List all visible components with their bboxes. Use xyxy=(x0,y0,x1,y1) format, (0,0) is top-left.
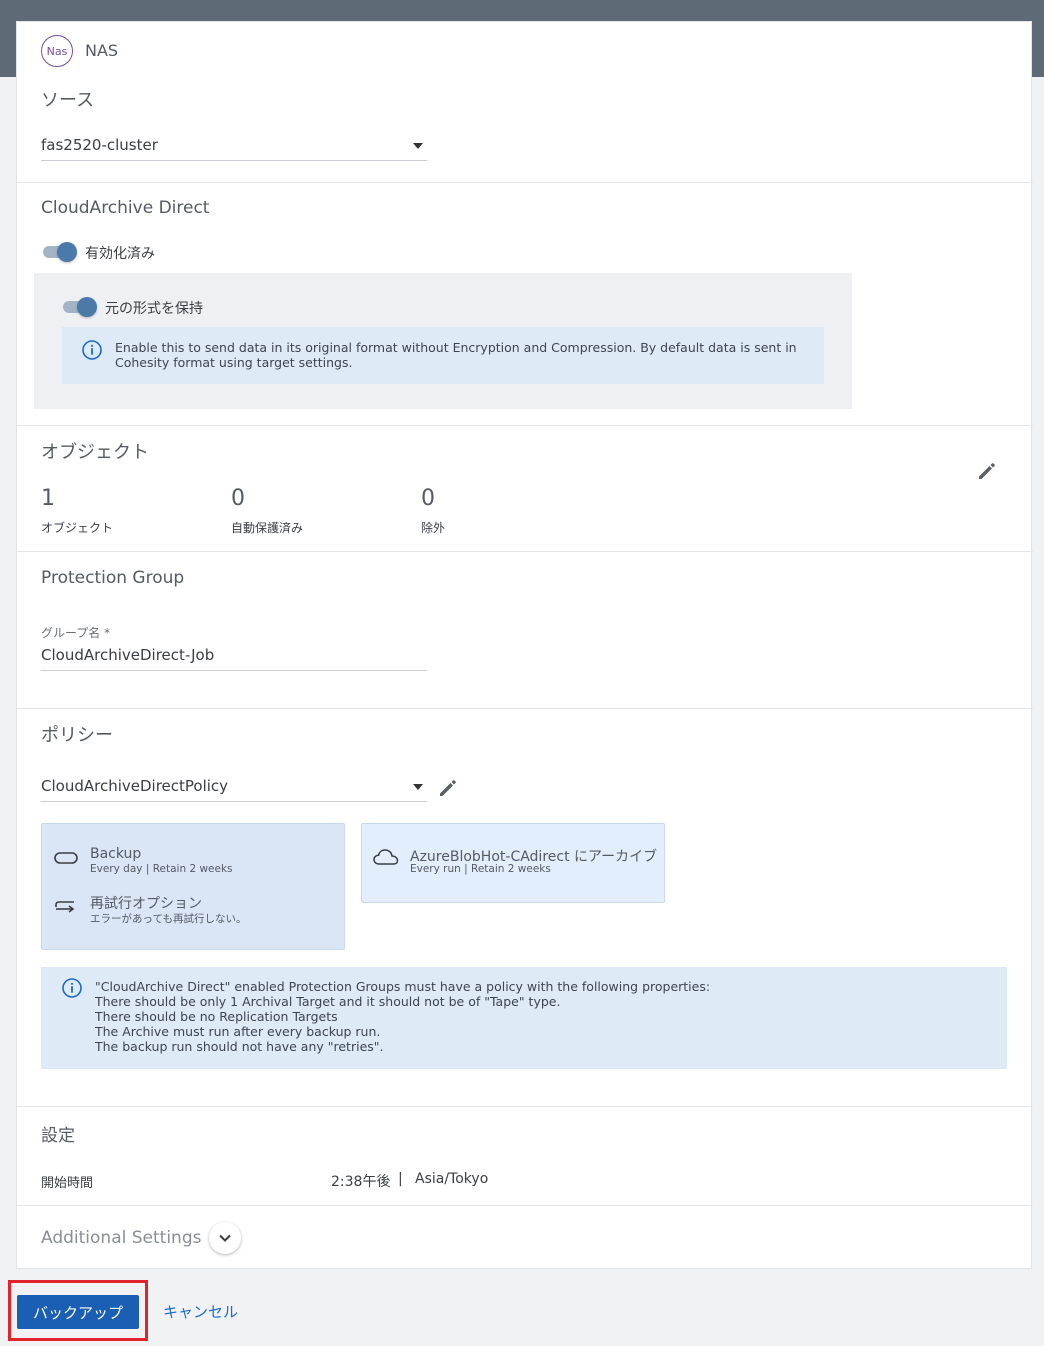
object-count: 1 xyxy=(41,486,55,511)
info-icon xyxy=(62,978,82,998)
group-name-value: CloudArchiveDirect-Job xyxy=(41,646,215,664)
source-type-label: NAS xyxy=(85,41,119,60)
chevron-down-icon xyxy=(219,1234,231,1242)
info-icon xyxy=(82,340,102,360)
policy-info-line: "CloudArchive Direct" enabled Protection… xyxy=(95,979,711,994)
pencil-icon[interactable] xyxy=(437,777,459,799)
policy-info-line: There should be no Replication Targets xyxy=(95,1009,338,1024)
policy-select-value: CloudArchiveDirectPolicy xyxy=(41,777,229,795)
policy-info-line: There should be only 1 Archival Target a… xyxy=(95,994,561,1009)
retry-description: エラーがあっても再試行しない。 xyxy=(90,913,247,925)
group-name-underline xyxy=(41,670,427,671)
keep-format-label: 元の形式を保持 xyxy=(105,301,203,317)
section-divider xyxy=(17,1106,1033,1107)
policy-info-line: The backup run should not have any "retr… xyxy=(95,1039,384,1054)
start-time-separator: | xyxy=(398,1171,403,1187)
section-divider xyxy=(17,425,1033,426)
pencil-icon[interactable] xyxy=(976,460,998,482)
backup-schedule: Every day | Retain 2 weeks xyxy=(90,863,233,875)
source-select-underline xyxy=(41,160,427,161)
section-divider xyxy=(17,182,1033,183)
objects-section-title: オブジェクト xyxy=(41,442,149,463)
archive-schedule: Every run | Retain 2 weeks xyxy=(410,863,551,875)
start-time-label: 開始時間 xyxy=(41,1176,94,1191)
nas-icon: Nas xyxy=(41,35,73,67)
section-divider xyxy=(17,708,1033,709)
cloud-archive-section-title: CloudArchive Direct xyxy=(41,198,210,218)
retry-icon xyxy=(55,901,75,913)
settings-section-title: 設定 xyxy=(41,1126,75,1146)
source-select-value: fas2520-cluster xyxy=(41,136,158,154)
policy-select-underline xyxy=(41,801,427,802)
keep-format-info-line1: Enable this to send data in its original… xyxy=(115,340,797,355)
chevron-down-icon[interactable] xyxy=(413,143,423,149)
backup-drive-icon xyxy=(54,852,78,864)
backup-policy-card xyxy=(41,823,345,950)
group-name-label: グループ名 * xyxy=(41,626,111,640)
start-time-value[interactable]: 2:38午後 xyxy=(331,1171,390,1191)
policy-info-line: The Archive must run after every backup … xyxy=(95,1024,381,1039)
section-divider xyxy=(17,1205,1033,1206)
cancel-button[interactable]: キャンセル xyxy=(163,1301,238,1322)
auto-protected-label: 自動保護済み xyxy=(231,521,304,535)
excluded-count: 0 xyxy=(421,486,435,511)
additional-settings-expand-button[interactable] xyxy=(209,1222,241,1254)
source-section-title: ソース xyxy=(41,90,95,111)
protection-group-section-title: Protection Group xyxy=(41,568,185,588)
backup-button[interactable]: バックアップ xyxy=(17,1295,139,1329)
keep-format-info-line2: Cohesity format using target settings. xyxy=(115,355,353,370)
backup-title: Backup xyxy=(90,846,142,862)
auto-protected-count: 0 xyxy=(231,486,245,511)
cloud-archive-enabled-label: 有効化済み xyxy=(85,246,155,262)
protection-group-form: Nas NAS ソース fas2520-cluster CloudArchive… xyxy=(16,21,1033,1269)
object-count-label: オブジェクト xyxy=(41,521,114,535)
additional-settings-label[interactable]: Additional Settings xyxy=(41,1228,201,1248)
cloud-archive-enabled-toggle[interactable] xyxy=(41,242,77,262)
section-divider xyxy=(17,551,1033,552)
policy-section-title: ポリシー xyxy=(41,725,113,746)
keep-format-toggle[interactable] xyxy=(61,297,97,317)
excluded-label: 除外 xyxy=(421,521,446,535)
retry-title: 再試行オプション xyxy=(90,896,202,912)
cloud-icon xyxy=(373,849,399,865)
chevron-down-icon[interactable] xyxy=(413,784,423,790)
timezone-value[interactable]: Asia/Tokyo xyxy=(415,1171,488,1187)
